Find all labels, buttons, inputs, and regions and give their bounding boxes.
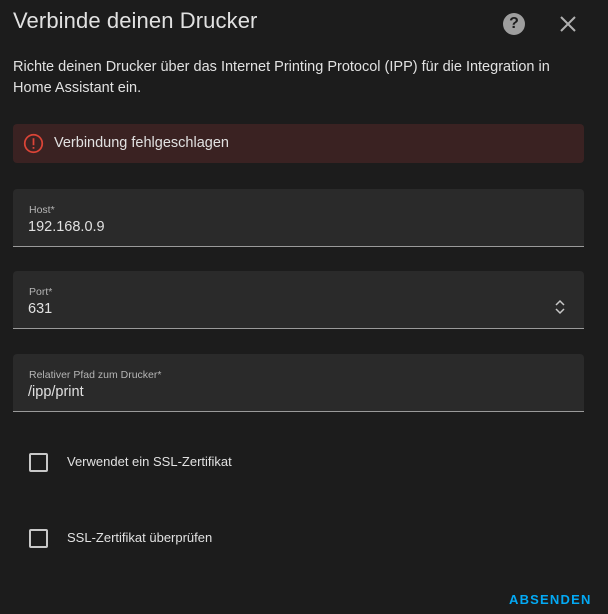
dialog-title: Verbinde deinen Drucker [13,8,258,33]
ssl-checkbox[interactable] [29,453,48,472]
port-label: Port* [29,286,53,298]
port-field[interactable]: Port* [13,271,584,329]
verify-ssl-checkbox[interactable] [29,529,48,548]
path-input[interactable] [28,384,548,400]
help-icon[interactable]: ? [503,13,525,35]
port-input[interactable] [28,301,548,317]
error-alert: Verbindung fehlgeschlagen [13,124,584,163]
host-label: Host* [29,204,55,216]
path-label: Relativer Pfad zum Drucker* [29,369,162,381]
path-field[interactable]: Relativer Pfad zum Drucker* [13,354,584,412]
verify-ssl-checkbox-label: SSL-Zertifikat überprüfen [67,530,213,545]
host-field[interactable]: Host* [13,189,584,247]
dialog-description: Richte deinen Drucker über das Internet … [13,59,550,96]
close-icon[interactable] [556,12,580,36]
ssl-checkbox-label: Verwendet ein SSL-Zertifikat [67,454,232,469]
submit-button[interactable]: ABSENDEN [505,590,596,609]
config-flow-dialog: Verbinde deinen Drucker ? Richte deinen … [0,0,608,614]
alert-circle-icon [23,133,44,154]
host-input[interactable] [28,219,548,235]
error-message: Verbindung fehlgeschlagen [54,135,229,151]
number-spinner-icon[interactable] [554,299,566,315]
